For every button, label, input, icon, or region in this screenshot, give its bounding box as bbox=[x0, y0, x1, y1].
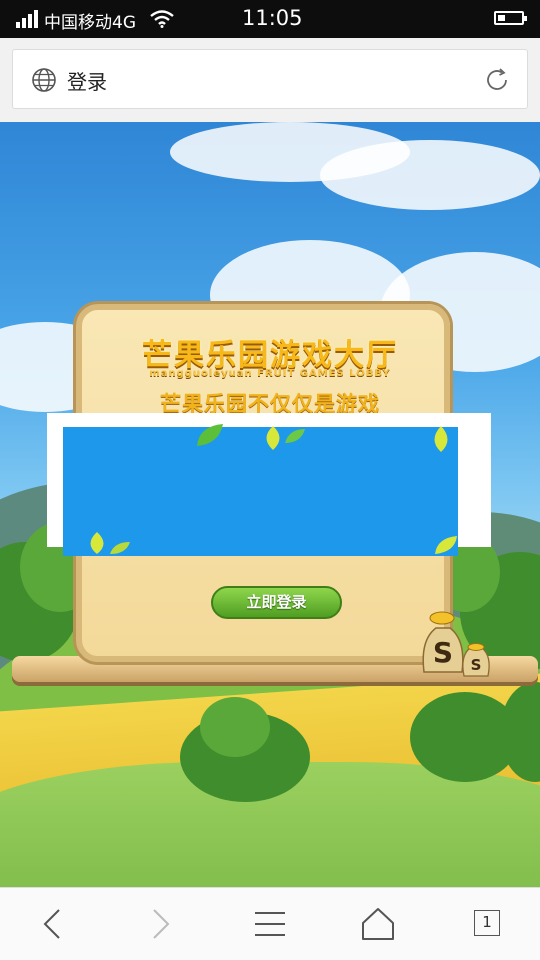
forward-icon[interactable] bbox=[142, 906, 178, 942]
leaf-icon bbox=[110, 542, 130, 554]
bottom-nav: 1 bbox=[0, 887, 540, 960]
home-icon[interactable] bbox=[360, 906, 396, 942]
menu-icon[interactable] bbox=[252, 906, 288, 942]
address-bar-area: 登录 bbox=[0, 38, 540, 122]
web-content: 芒果乐园游戏大厅 mangguoleyuan FRUIT GAMES LOBBY… bbox=[0, 122, 540, 887]
page-title: 登录 bbox=[67, 70, 107, 94]
battery-icon bbox=[494, 11, 527, 25]
globe-icon bbox=[32, 68, 56, 92]
leaf-icon bbox=[197, 424, 223, 446]
tabs-button[interactable]: 1 bbox=[470, 906, 506, 942]
carrier-label: 中国移动4G bbox=[44, 13, 136, 33]
tabs-icon: 1 bbox=[474, 910, 500, 936]
leaf-icon bbox=[90, 532, 104, 554]
status-bar: 中国移动4G 11:05 bbox=[0, 0, 540, 38]
clock: 11:05 bbox=[242, 6, 303, 30]
leaf-icon bbox=[285, 429, 305, 443]
wifi-icon bbox=[150, 10, 174, 28]
game-subtitle: mangguoleyuan FRUIT GAMES LOBBY bbox=[149, 368, 391, 379]
back-icon[interactable] bbox=[35, 906, 71, 942]
coin-bag-icon: S S bbox=[422, 611, 490, 677]
signal-icon bbox=[16, 10, 38, 28]
leaf-icon bbox=[434, 426, 448, 452]
svg-text:S: S bbox=[433, 636, 453, 669]
leaf-icon bbox=[435, 536, 457, 554]
address-bar[interactable]: 登录 bbox=[12, 49, 528, 109]
bush bbox=[200, 697, 270, 757]
reload-icon[interactable] bbox=[483, 66, 511, 94]
cloud bbox=[320, 140, 540, 210]
svg-text:S: S bbox=[471, 656, 482, 674]
login-now-button[interactable]: 立即登录 bbox=[211, 586, 342, 619]
